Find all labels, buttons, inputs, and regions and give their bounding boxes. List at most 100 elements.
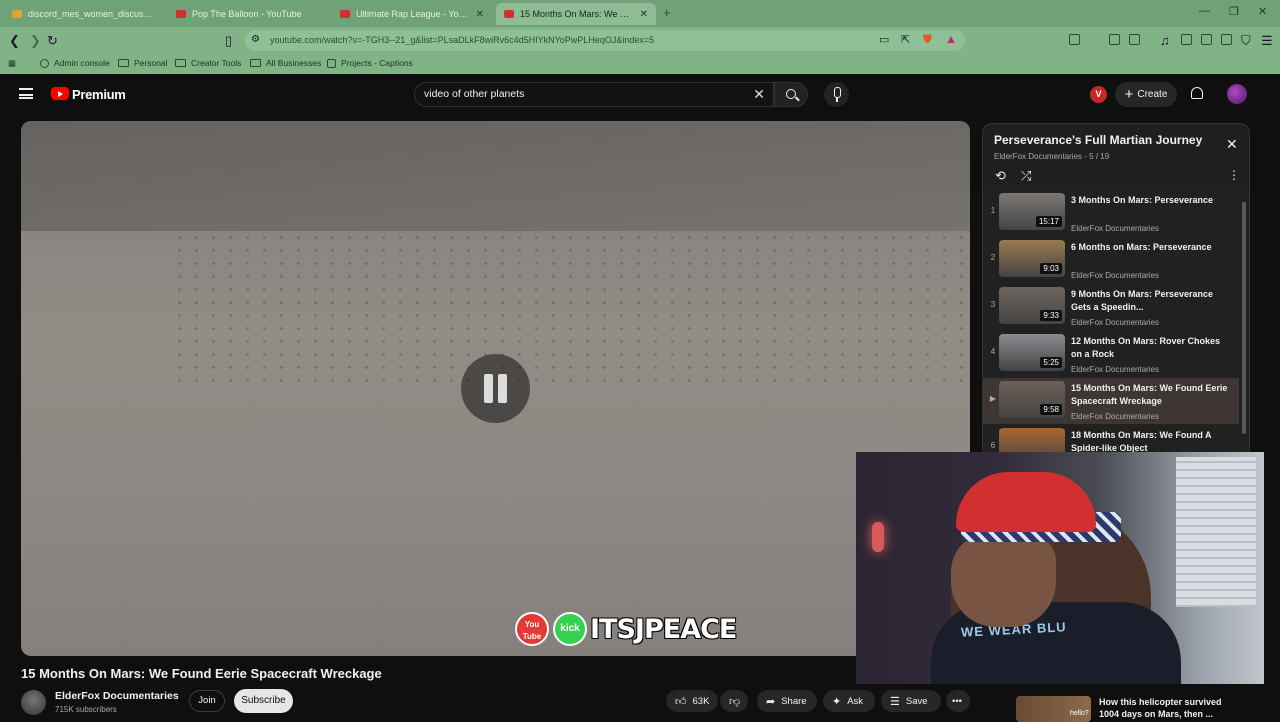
playlist-item-title[interactable]: 15 Months On Mars: We Found Eerie Spacec… [1071, 382, 1233, 408]
media-icon[interactable]: ♫ [1160, 33, 1170, 48]
vpn-icon[interactable] [1221, 34, 1232, 45]
playlist-item[interactable]: ▶ 9:58 15 Months On Mars: We Found Eerie S… [983, 378, 1239, 424]
more-vert-icon[interactable]: ⋮ [1228, 168, 1240, 182]
translate-icon[interactable] [1069, 34, 1080, 45]
playlist-item-index: 2 [990, 253, 996, 262]
wallet-icon[interactable] [1201, 34, 1212, 45]
playlist-item[interactable]: 4 5:25 12 Months On Mars: Rover Chokes on … [983, 331, 1239, 377]
share-page-icon[interactable]: ⇱ [901, 33, 910, 46]
menu-icon[interactable]: ☰ [1261, 33, 1273, 49]
voice-search-icon[interactable] [824, 82, 849, 107]
channel-avatar[interactable] [21, 690, 46, 715]
playlist-item[interactable]: 3 9:33 9 Months On Mars: Perseverance Gets… [983, 284, 1239, 330]
playlist-item-title[interactable]: 6 Months on Mars: Perseverance [1071, 241, 1233, 254]
brave-shields-icon[interactable]: ⛉ [1241, 33, 1251, 49]
playlist-title[interactable]: Perseverance's Full Martian Journey [994, 133, 1202, 147]
tab-15-months-on-mars[interactable]: 15 Months On Mars: We Fo... ✕ [496, 3, 656, 25]
join-button[interactable]: Join [189, 690, 225, 712]
recommended-video[interactable]: hello? How this helicopter survived 1004 … [1016, 692, 1266, 722]
clear-search-icon[interactable]: ✕ [753, 86, 765, 103]
tab-ultimate-rap-league[interactable]: Ultimate Rap League - YouTube ✕ [332, 3, 492, 25]
share-button[interactable]: ➦ Share [757, 690, 817, 712]
playlist-item-thumbnail[interactable]: 5:25 [999, 334, 1065, 371]
site-info-icon[interactable]: ⚙ [251, 34, 260, 45]
shuffle-icon[interactable]: ⤮ [1021, 168, 1031, 184]
bookmark-icon[interactable]: ▯ [225, 33, 232, 49]
search-input[interactable] [424, 88, 744, 100]
search-box[interactable]: ✕ [414, 82, 774, 107]
playlist-item-title[interactable]: 9 Months On Mars: Perseverance Gets a Sp… [1071, 288, 1233, 314]
save-button[interactable]: ☰ Save [881, 690, 941, 712]
sidebar-icon[interactable] [1181, 34, 1192, 45]
reload-icon[interactable]: ↻ [47, 33, 58, 49]
pause-icon[interactable] [461, 354, 530, 423]
playlist-header: Perseverance's Full Martian Journey Elde… [983, 124, 1249, 190]
thumbs-up-icon: 👍︎ [675, 695, 687, 708]
bookmark-projects-captions[interactable]: Projects - Captions [327, 58, 413, 68]
folder-icon [250, 59, 261, 67]
playlist-item[interactable]: 2 9:03 6 Months on Mars: Perseverance Elder… [983, 237, 1239, 283]
back-icon[interactable]: ❮ [9, 33, 20, 49]
account-avatar[interactable] [1227, 84, 1247, 104]
playlist-item-thumbnail[interactable]: 9:58 [999, 381, 1065, 418]
loop-icon[interactable]: ⟲ [995, 168, 1006, 184]
youtube-badge-icon: You Tube [515, 612, 549, 646]
tab-pop-the-balloon[interactable]: Pop The Balloon - YouTube [168, 3, 333, 25]
save-playlist-icon: ☰ [890, 695, 900, 708]
playlist-item-thumbnail[interactable]: 15:17 [999, 193, 1065, 230]
notifications-bell-icon[interactable] [1191, 87, 1203, 99]
channel-name[interactable]: ElderFox Documentaries [55, 690, 179, 702]
playlist-item-index: ▶ [989, 394, 997, 403]
tab-discord[interactable]: discord_mes_women_discussion_nig... [4, 3, 164, 25]
recommended-title[interactable]: How this helicopter survived 1004 days on… [1099, 696, 1259, 720]
close-playlist-icon[interactable]: ✕ [1226, 136, 1238, 153]
search-icon [786, 89, 796, 99]
create-button[interactable]: + Create [1115, 82, 1177, 107]
screenshot-icon[interactable] [1129, 34, 1140, 45]
playlist-item-thumbnail[interactable] [999, 428, 1065, 452]
more-actions-button[interactable]: ••• [946, 690, 970, 712]
playlist-item-channel: ElderFox Documentaries [1071, 224, 1160, 233]
close-window-icon[interactable]: ✕ [1258, 5, 1267, 18]
video-player[interactable]: You Tube kick ITSJPEACE [21, 121, 970, 656]
rewards-icon[interactable]: ▲ [945, 32, 957, 46]
close-tab-icon[interactable]: ✕ [640, 9, 648, 20]
search-button[interactable] [774, 82, 808, 107]
playlist-item-thumbnail[interactable]: 9:03 [999, 240, 1065, 277]
video-frame-horizon [21, 121, 970, 231]
playlist-item-title[interactable]: 3 Months On Mars: Perseverance [1071, 194, 1233, 207]
playlist-item-thumbnail[interactable]: 9:33 [999, 287, 1065, 324]
playlist-item-index: 4 [990, 347, 996, 356]
ask-button[interactable]: ✦ Ask [823, 690, 875, 712]
brave-shield-icon[interactable]: ⛊ [923, 32, 932, 47]
playlist-item[interactable]: 6 18 Months On Mars: We Found A Spider-li… [983, 425, 1239, 452]
new-tab-button[interactable]: + [663, 5, 671, 20]
address-bar[interactable]: ⚙ youtube.com/watch?v=-TGH3--21_g&list=P… [245, 30, 965, 51]
youtube-logo-icon[interactable] [51, 87, 69, 100]
subscriber-count: 715K subscribers [55, 705, 117, 714]
playlist-item-title[interactable]: 18 Months On Mars: We Found A Spider-lik… [1071, 429, 1233, 452]
like-button[interactable]: 👍︎ 63K [666, 690, 718, 712]
playlist-item-duration: 9:33 [1040, 310, 1062, 321]
dislike-button[interactable]: 👎︎ [720, 690, 748, 712]
playlist-item[interactable]: 1 15:17 3 Months On Mars: Perseverance Elde… [983, 190, 1239, 236]
maximize-icon[interactable]: ❐ [1229, 5, 1239, 18]
apps-grid-icon[interactable]: ▦ [8, 58, 16, 69]
hamburger-menu-icon[interactable] [19, 88, 33, 99]
extensions-icon[interactable] [1109, 34, 1120, 45]
youtube-premium-logo[interactable]: Premium [72, 87, 126, 102]
forward-icon[interactable]: ❯ [30, 33, 41, 49]
playlist-scrollbar[interactable] [1242, 202, 1246, 434]
youtube-header: Premium ✕ V +Create [0, 76, 1280, 114]
minimize-icon[interactable]: — [1199, 5, 1210, 17]
install-app-icon[interactable]: ▭ [879, 33, 889, 46]
bookmark-personal[interactable]: Personal [118, 58, 168, 68]
bookmark-creator-tools[interactable]: Creator Tools [175, 58, 241, 68]
bookmark-admin-console[interactable]: Admin console [40, 58, 110, 68]
close-tab-icon[interactable]: ✕ [476, 9, 484, 20]
bookmark-all-businesses[interactable]: All Businesses [250, 58, 321, 68]
vidiq-badge[interactable]: V [1090, 86, 1107, 103]
subscribe-button[interactable]: Subscribe [234, 689, 293, 713]
playlist-item-title[interactable]: 12 Months On Mars: Rover Chokes on a Roc… [1071, 335, 1233, 361]
recommended-thumbnail[interactable]: hello? [1016, 696, 1091, 722]
